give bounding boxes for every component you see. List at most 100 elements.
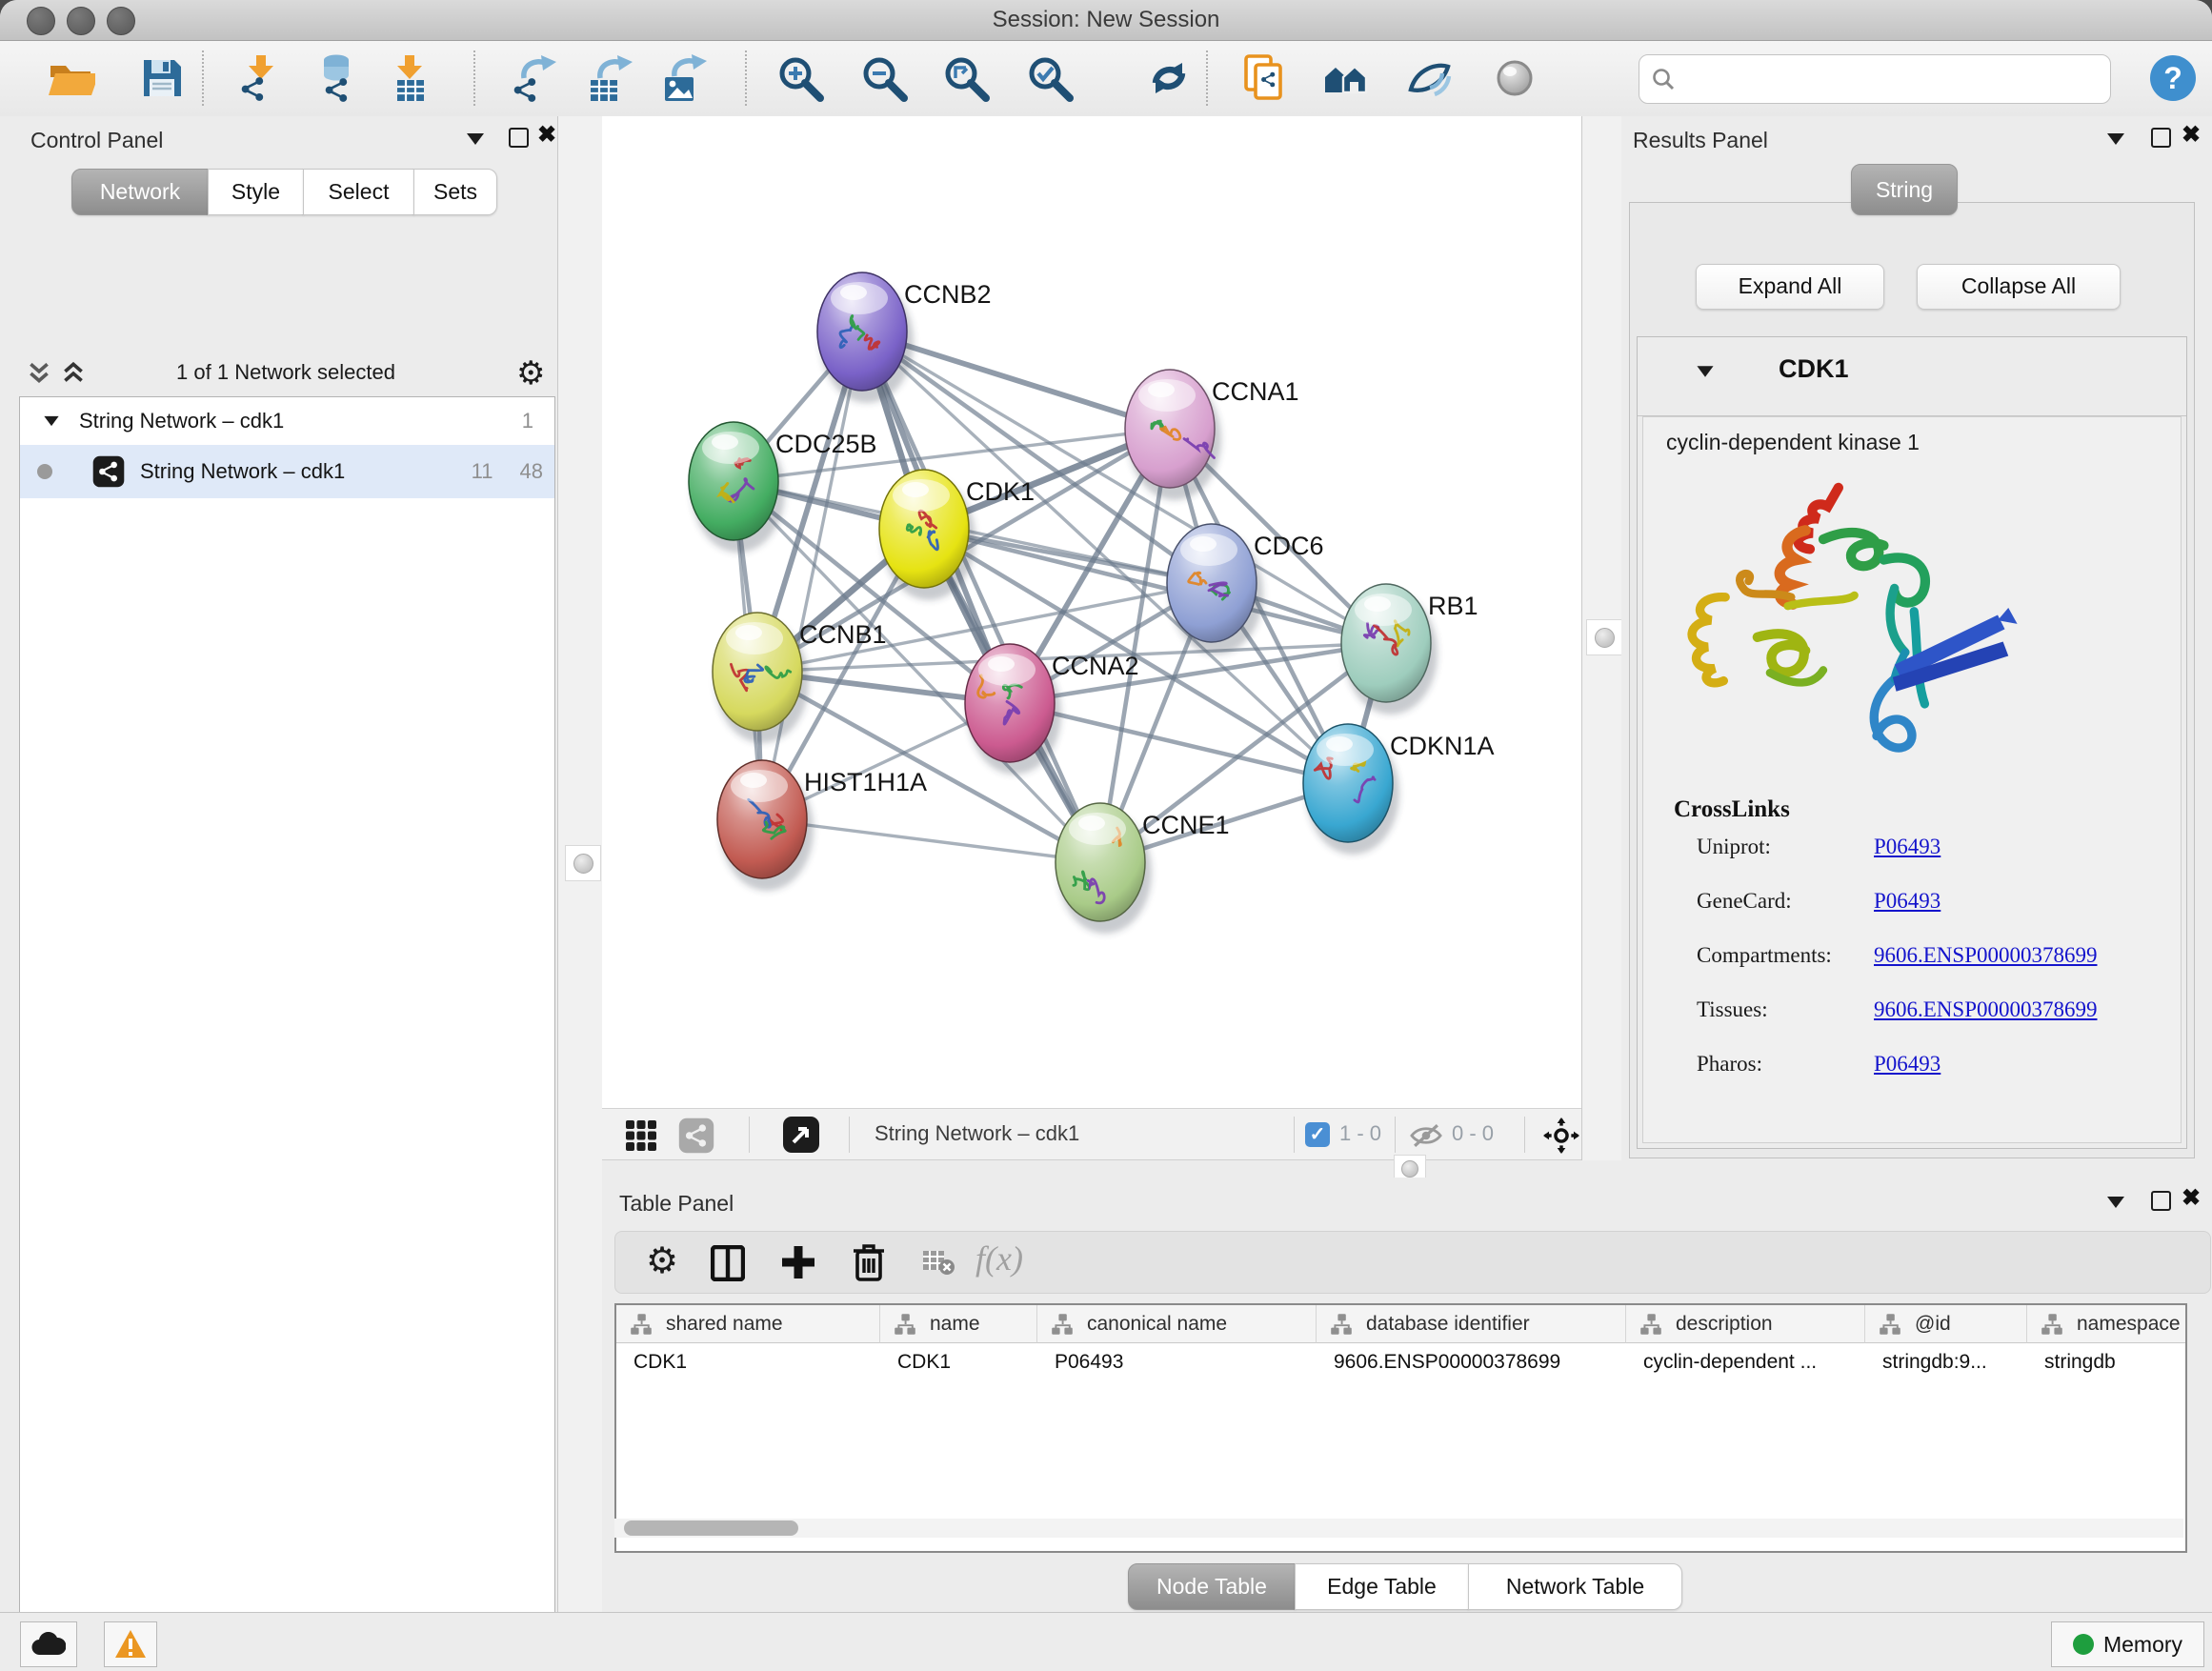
- import-network-from-database-icon[interactable]: [311, 53, 360, 103]
- control-tab-sets[interactable]: Sets: [413, 169, 497, 215]
- collection-count: 1: [522, 409, 533, 433]
- crosslink-uniprot[interactable]: P06493: [1874, 835, 1941, 858]
- search-input[interactable]: [1685, 59, 2099, 99]
- cell-id[interactable]: stringdb:9...: [1865, 1343, 2027, 1381]
- cell-shared-name[interactable]: CDK1: [616, 1343, 880, 1381]
- crosslink-compartments[interactable]: 9606.ENSP00000378699: [1874, 943, 2098, 967]
- table-tab-network-table[interactable]: Network Table: [1468, 1563, 1682, 1610]
- warnings-button[interactable]: [104, 1621, 157, 1667]
- column-header-name[interactable]: name: [880, 1305, 1037, 1343]
- cell-description[interactable]: cyclin-dependent ...: [1626, 1343, 1865, 1381]
- expand-all-button[interactable]: Expand All: [1696, 264, 1884, 310]
- cloud-button[interactable]: [20, 1621, 77, 1667]
- panel-menu-icon[interactable]: [2107, 133, 2124, 145]
- column-header-description[interactable]: description: [1626, 1305, 1865, 1343]
- column-header-canonical-name[interactable]: canonical name: [1037, 1305, 1317, 1343]
- network-collection-label: String Network – cdk1: [79, 409, 522, 433]
- panel-menu-icon[interactable]: [467, 133, 484, 145]
- network-name-label: String Network – cdk1: [140, 459, 472, 484]
- splitter-grip[interactable]: [1586, 619, 1622, 655]
- column-header-shared-name[interactable]: shared name: [616, 1305, 880, 1343]
- cell-namespace[interactable]: stringdb: [2027, 1343, 2187, 1381]
- memory-button[interactable]: Memory: [2051, 1621, 2204, 1667]
- column-type-icon: [2041, 1313, 2063, 1336]
- strip-separator: [849, 1117, 850, 1153]
- show-columns-icon[interactable]: [711, 1245, 745, 1281]
- function-builder-icon[interactable]: f(x): [975, 1238, 1023, 1278]
- first-neighbors-houses-icon[interactable]: [1320, 53, 1370, 103]
- control-tab-select[interactable]: Select: [303, 169, 414, 215]
- open-session-icon[interactable]: [46, 53, 95, 103]
- help-icon[interactable]: ?: [2148, 53, 2198, 103]
- network-options-gear-icon[interactable]: ⚙: [516, 354, 545, 393]
- expand-all-icon[interactable]: [61, 360, 86, 387]
- table-hscrollbar-thumb[interactable]: [624, 1520, 798, 1536]
- cell-name[interactable]: CDK1: [880, 1343, 1037, 1381]
- network-tree-root-row[interactable]: String Network – cdk1 1: [20, 397, 554, 445]
- bottom-splitter[interactable]: [602, 1160, 2212, 1178]
- import-network-from-file-icon[interactable]: [236, 53, 286, 103]
- panel-float-icon[interactable]: [2151, 1191, 2171, 1211]
- memory-status-icon: [2073, 1634, 2094, 1655]
- table-tab-node-table[interactable]: Node Table: [1128, 1563, 1296, 1610]
- crosslink-pharos[interactable]: P06493: [1874, 1052, 1941, 1076]
- network-view-canvas[interactable]: CCNB2CCNA1CDC25BCDK1CDC6RB1CCNB1CCNA2CDK…: [602, 116, 1581, 1108]
- cell-canonical-name[interactable]: P06493: [1037, 1343, 1317, 1381]
- right-splitter[interactable]: [1581, 116, 1623, 1160]
- crosslink-tissues[interactable]: 9606.ENSP00000378699: [1874, 997, 2098, 1021]
- export-image-icon[interactable]: [657, 53, 707, 103]
- apply-preferred-layout-icon[interactable]: [1144, 53, 1194, 103]
- network-tree-row-selected[interactable]: String Network – cdk1 11 48: [20, 445, 554, 498]
- network-node-label: CCNB1: [799, 620, 887, 649]
- control-tab-network[interactable]: Network: [71, 169, 209, 215]
- panel-close-icon[interactable]: ✖: [537, 126, 556, 145]
- column-header-database-identifier[interactable]: database identifier: [1317, 1305, 1626, 1343]
- network-edge-CCNB2-HIST1H1A[interactable]: [762, 332, 862, 819]
- show-hide-graphics-details-icon[interactable]: [1403, 53, 1453, 103]
- control-panel-tabs: NetworkStyleSelectSets: [71, 169, 497, 215]
- hidden-eye-icon[interactable]: [1408, 1122, 1444, 1149]
- cell-database-identifier[interactable]: 9606.ENSP00000378699: [1317, 1343, 1626, 1381]
- table-settings-gear-icon[interactable]: ⚙: [646, 1239, 678, 1282]
- control-tab-style[interactable]: Style: [208, 169, 304, 215]
- grid-view-icon[interactable]: [625, 1119, 657, 1152]
- column-header-label: database identifier: [1366, 1313, 1530, 1336]
- table-tab-edge-table[interactable]: Edge Table: [1295, 1563, 1469, 1610]
- window-title: Session: New Session: [0, 7, 2212, 33]
- panel-float-icon[interactable]: [509, 128, 529, 148]
- left-splitter[interactable]: [557, 116, 604, 1612]
- share-network-icon[interactable]: [678, 1117, 714, 1154]
- column-header-namespace[interactable]: namespace: [2027, 1305, 2187, 1343]
- panel-close-icon[interactable]: ✖: [2182, 126, 2201, 145]
- zoom-in-icon[interactable]: [775, 53, 825, 103]
- highlight-eye-icon[interactable]: [1490, 53, 1539, 103]
- tree-expander-icon[interactable]: [44, 416, 58, 426]
- strip-separator: [1294, 1117, 1295, 1153]
- section-collapse-icon[interactable]: [1697, 366, 1713, 376]
- export-network-icon[interactable]: [509, 53, 558, 103]
- results-tab-string[interactable]: String: [1851, 164, 1958, 215]
- import-table-from-file-icon[interactable]: [385, 53, 434, 103]
- panel-float-icon[interactable]: [2151, 128, 2171, 148]
- network-graph[interactable]: CCNB2CCNA1CDC25BCDK1CDC6RB1CCNB1CCNA2CDK…: [602, 116, 1581, 1108]
- export-table-icon[interactable]: [583, 53, 633, 103]
- save-session-icon[interactable]: [137, 53, 187, 103]
- open-in-new-icon[interactable]: [782, 1116, 820, 1154]
- selected-checkbox-icon[interactable]: ✓: [1305, 1122, 1330, 1147]
- column-header-id[interactable]: @id: [1865, 1305, 2027, 1343]
- crosshair-icon[interactable]: [1543, 1117, 1579, 1154]
- panel-close-icon[interactable]: ✖: [2182, 1189, 2201, 1208]
- table-hscrollbar-track[interactable]: [614, 1519, 2183, 1538]
- add-column-icon[interactable]: [779, 1243, 817, 1281]
- panel-menu-icon[interactable]: [2107, 1197, 2124, 1208]
- delete-table-icon[interactable]: [922, 1249, 955, 1276]
- crosslink-genecard[interactable]: P06493: [1874, 889, 1941, 913]
- new-network-from-selection-icon[interactable]: [1239, 53, 1289, 103]
- splitter-grip[interactable]: [565, 845, 601, 881]
- zoom-selected-region-icon[interactable]: [1025, 53, 1075, 103]
- collapse-all-icon[interactable]: [27, 360, 51, 387]
- zoom-fit-content-icon[interactable]: [941, 53, 991, 103]
- delete-column-trash-icon[interactable]: [852, 1242, 886, 1282]
- zoom-out-icon[interactable]: [859, 53, 909, 103]
- collapse-all-button[interactable]: Collapse All: [1917, 264, 2121, 310]
